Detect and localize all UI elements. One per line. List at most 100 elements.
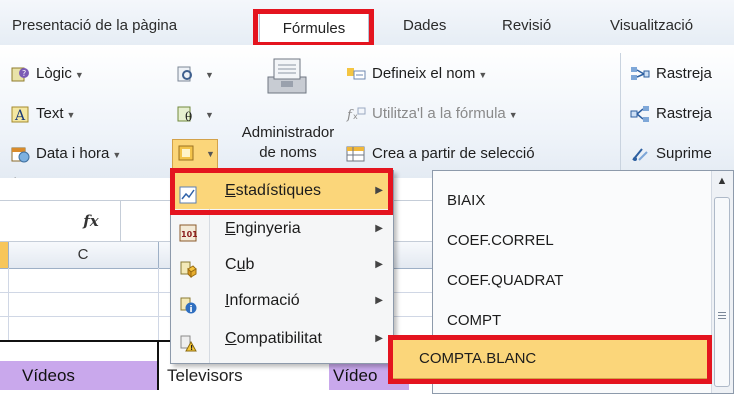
- gridline: [8, 268, 9, 340]
- menu-item-label: Enginyeria: [225, 211, 301, 247]
- formula-bar-divider: [120, 201, 121, 241]
- submenu-arrow-icon: ▶: [375, 223, 383, 234]
- ribbon-tab-bar: Presentació de la pàgina Fórmules Dades …: [0, 0, 734, 46]
- trace-precedents-button[interactable]: Rastreja: [630, 61, 712, 87]
- gridline: [158, 242, 159, 268]
- selected-column-edge: [0, 242, 8, 268]
- trace-precedents-icon: [630, 65, 650, 83]
- logical-button[interactable]: ? Lògic ▼: [10, 61, 84, 87]
- calendar-clock-icon: [10, 145, 30, 163]
- logical-label: Lògic: [36, 65, 72, 82]
- tab-review[interactable]: Revisió: [502, 14, 551, 38]
- magnifier-icon: [176, 65, 196, 83]
- menu-item-cube[interactable]: Cub ▶: [171, 247, 391, 283]
- thumb-grip: [718, 318, 726, 319]
- engineering-icon: 101: [179, 220, 198, 242]
- compatibility-icon: !: [179, 330, 197, 352]
- use-in-formula-label: Utilitza'l a la fórmula: [372, 105, 506, 122]
- submenu-arrow-icon: ▶: [375, 295, 383, 306]
- theta-icon: θ: [176, 105, 196, 124]
- gridline: [8, 242, 9, 268]
- math-trig-button[interactable]: θ ▼: [176, 101, 214, 127]
- remove-arrows-button[interactable]: Suprime: [630, 141, 712, 167]
- menu-label-pre: C: [225, 256, 237, 273]
- svg-text:i: i: [190, 305, 193, 314]
- name-manager-button[interactable]: Administrador de noms: [240, 51, 336, 171]
- scrollbar-thumb[interactable]: [714, 197, 730, 387]
- create-from-selection-button[interactable]: Crea a partir de selecció: [346, 141, 535, 167]
- menu-item-engineering[interactable]: 101 Enginyeria ▶: [171, 211, 391, 247]
- logical-icon: ?: [10, 65, 30, 83]
- chevron-down-icon: ▼: [508, 110, 518, 120]
- menu-item-compatibility[interactable]: ! Compatibilitat ▶: [171, 321, 391, 357]
- tab-page-layout[interactable]: Presentació de la pàgina: [12, 14, 177, 38]
- text-button[interactable]: A Text ▼: [10, 101, 75, 127]
- scrollbar[interactable]: ▲: [711, 171, 733, 393]
- define-name-label: Defineix el nom: [372, 65, 476, 82]
- use-in-formula-button[interactable]: fx Utilitza'l a la fórmula ▼: [346, 101, 518, 127]
- menu-item-information[interactable]: i Informació ▶: [171, 283, 391, 319]
- table-cell[interactable]: Vídeos: [0, 361, 157, 390]
- define-name-icon: [346, 65, 366, 83]
- thumb-grip: [718, 315, 726, 316]
- name-manager-label-line1: Administrador: [241, 124, 335, 141]
- lookup-reference-button[interactable]: ▼: [176, 61, 214, 87]
- svg-text:101: 101: [181, 230, 197, 239]
- tab-data[interactable]: Dades: [403, 14, 446, 38]
- gridline: [158, 268, 159, 340]
- tab-view[interactable]: Visualització: [610, 14, 693, 38]
- more-functions-button[interactable]: ▼: [172, 139, 218, 169]
- datetime-button[interactable]: Data i hora ▼: [10, 141, 121, 167]
- function-item-hovered[interactable]: COMPTA.BLANC: [392, 339, 710, 379]
- fx-icon[interactable]: fx: [66, 203, 116, 239]
- function-item[interactable]: COEF.CORREL: [447, 221, 554, 261]
- trace-dependents-button[interactable]: Rastreja: [630, 101, 712, 127]
- menu-label-rest: stadístiques: [235, 182, 322, 199]
- chevron-down-icon: ▼: [206, 149, 215, 159]
- function-item[interactable]: COEF.QUADRAT: [447, 261, 563, 301]
- svg-text:x: x: [353, 112, 358, 121]
- table-cell[interactable]: Televisors: [159, 361, 329, 390]
- scroll-up-arrow-icon[interactable]: ▲: [715, 175, 729, 191]
- function-item[interactable]: COMPT: [447, 301, 501, 341]
- chevron-down-icon: ▼: [66, 110, 76, 120]
- statistics-icon: [179, 182, 197, 204]
- datetime-label: Data i hora: [36, 145, 110, 162]
- menu-item-label: Cub: [225, 247, 254, 283]
- submenu-arrow-icon: ▶: [375, 185, 383, 196]
- create-from-selection-icon: [346, 145, 366, 163]
- svg-text:?: ?: [22, 69, 26, 78]
- svg-text:!: !: [190, 344, 193, 352]
- ribbon: ? Lògic▼ A Text▼ Data i hora▼ ▼ θ ▼ ▼: [0, 45, 734, 190]
- group-separator: [620, 53, 621, 171]
- name-manager-label-line2: de noms: [259, 144, 317, 161]
- remove-arrows-label: Suprime: [656, 145, 712, 162]
- text-function-icon: A: [10, 105, 30, 124]
- name-manager-label: Administrador de noms: [240, 123, 336, 163]
- trace-precedents-label: Rastreja: [656, 65, 712, 82]
- name-box[interactable]: [0, 201, 60, 241]
- thumb-grip: [718, 312, 726, 313]
- menu-label-rest: nginyeria: [235, 220, 301, 237]
- menu-label-rest: b: [245, 256, 255, 273]
- submenu-arrow-icon: ▶: [375, 333, 383, 344]
- more-functions-icon: [177, 144, 197, 162]
- menu-item-statistics[interactable]: Estadístiques ▶: [171, 173, 391, 209]
- chevron-down-icon: ▼: [478, 70, 488, 80]
- chevron-down-icon: ▼: [112, 150, 122, 160]
- function-item[interactable]: BIAIX: [447, 181, 485, 221]
- more-functions-menu: Estadístiques ▶ 101 Enginyeria ▶ Cub ▶ i…: [170, 170, 394, 364]
- menu-label-rest: nformació: [229, 292, 300, 309]
- remove-arrows-icon: [630, 145, 650, 163]
- name-manager-icon: [264, 53, 310, 100]
- submenu-arrow-icon: ▶: [375, 259, 383, 270]
- chevron-down-icon: ▼: [205, 70, 214, 80]
- column-header-c[interactable]: C: [8, 242, 158, 268]
- define-name-button[interactable]: Defineix el nom ▼: [346, 61, 487, 87]
- tab-formulas[interactable]: Fórmules: [259, 11, 369, 44]
- create-from-selection-label: Crea a partir de selecció: [372, 145, 535, 162]
- fx-icon: fx: [346, 105, 366, 123]
- menu-accelerator: E: [225, 182, 236, 199]
- menu-accelerator: C: [225, 330, 237, 347]
- menu-item-label: Estadístiques: [225, 173, 321, 209]
